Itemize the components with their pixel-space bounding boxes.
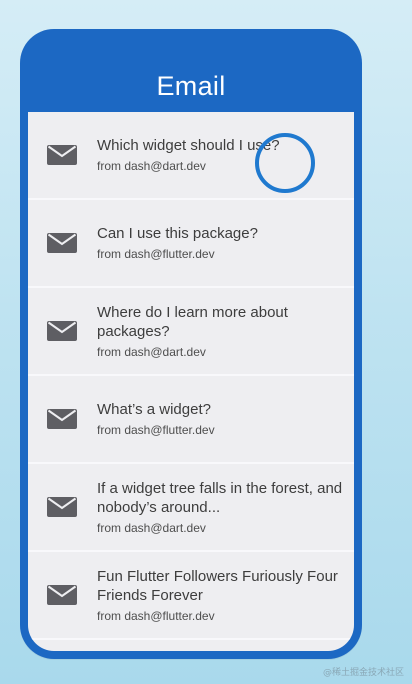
email-sender: from dash@flutter.dev: [97, 608, 215, 623]
email-list-item[interactable]: Fun Flutter Followers Furiously Four Fri…: [28, 552, 354, 640]
email-subject: If a widget tree falls in the forest, an…: [97, 479, 343, 516]
email-text: Can I use this package? from dash@flutte…: [97, 224, 346, 262]
email-subject: Where do I learn more about packages?: [97, 303, 288, 340]
email-list-item[interactable]: Which widget should I use? from dash@dar…: [28, 112, 354, 200]
email-sender: from dash@dart.dev: [97, 344, 206, 359]
email-sender: from dash@flutter.dev: [97, 247, 215, 261]
email-text: Fun Flutter Followers Furiously Four Fri…: [97, 567, 346, 624]
email-subject: Which widget should I use?: [97, 137, 280, 154]
mail-icon: [47, 145, 77, 165]
mail-icon: [47, 321, 77, 341]
mail-icon: [47, 585, 77, 605]
email-subject: What’s a widget?: [97, 401, 211, 418]
email-list-item[interactable]: What’s a widget? from dash@flutter.dev: [28, 376, 354, 464]
app-bar-title: Email: [156, 71, 226, 101]
mail-icon: [47, 233, 77, 253]
watermark: @稀土掘金技术社区: [322, 668, 404, 678]
app-bar: Email: [28, 29, 354, 112]
email-text: Where do I learn more about packages? fr…: [97, 303, 346, 360]
mail-icon: [47, 497, 77, 517]
email-sender: from dash@flutter.dev: [97, 423, 215, 437]
email-sender: from dash@dart.dev: [97, 520, 206, 535]
email-list-item[interactable]: Can I use this package? from dash@flutte…: [28, 200, 354, 288]
email-text: Which widget should I use? from dash@dar…: [97, 136, 346, 174]
email-sender: from dash@dart.dev: [97, 159, 206, 173]
phone-frame: Email Which widget should I use? from da…: [20, 29, 362, 659]
email-list: Which widget should I use? from dash@dar…: [28, 112, 354, 651]
email-text: What’s a widget? from dash@flutter.dev: [97, 400, 346, 438]
mail-icon: [47, 409, 77, 429]
email-list-item[interactable]: Where do I learn more about packages? fr…: [28, 288, 354, 376]
email-text: If a widget tree falls in the forest, an…: [97, 479, 346, 536]
email-list-item[interactable]: If a widget tree falls in the forest, an…: [28, 464, 354, 552]
email-subject: Can I use this package?: [97, 225, 258, 242]
email-subject: Fun Flutter Followers Furiously Four Fri…: [97, 567, 338, 604]
